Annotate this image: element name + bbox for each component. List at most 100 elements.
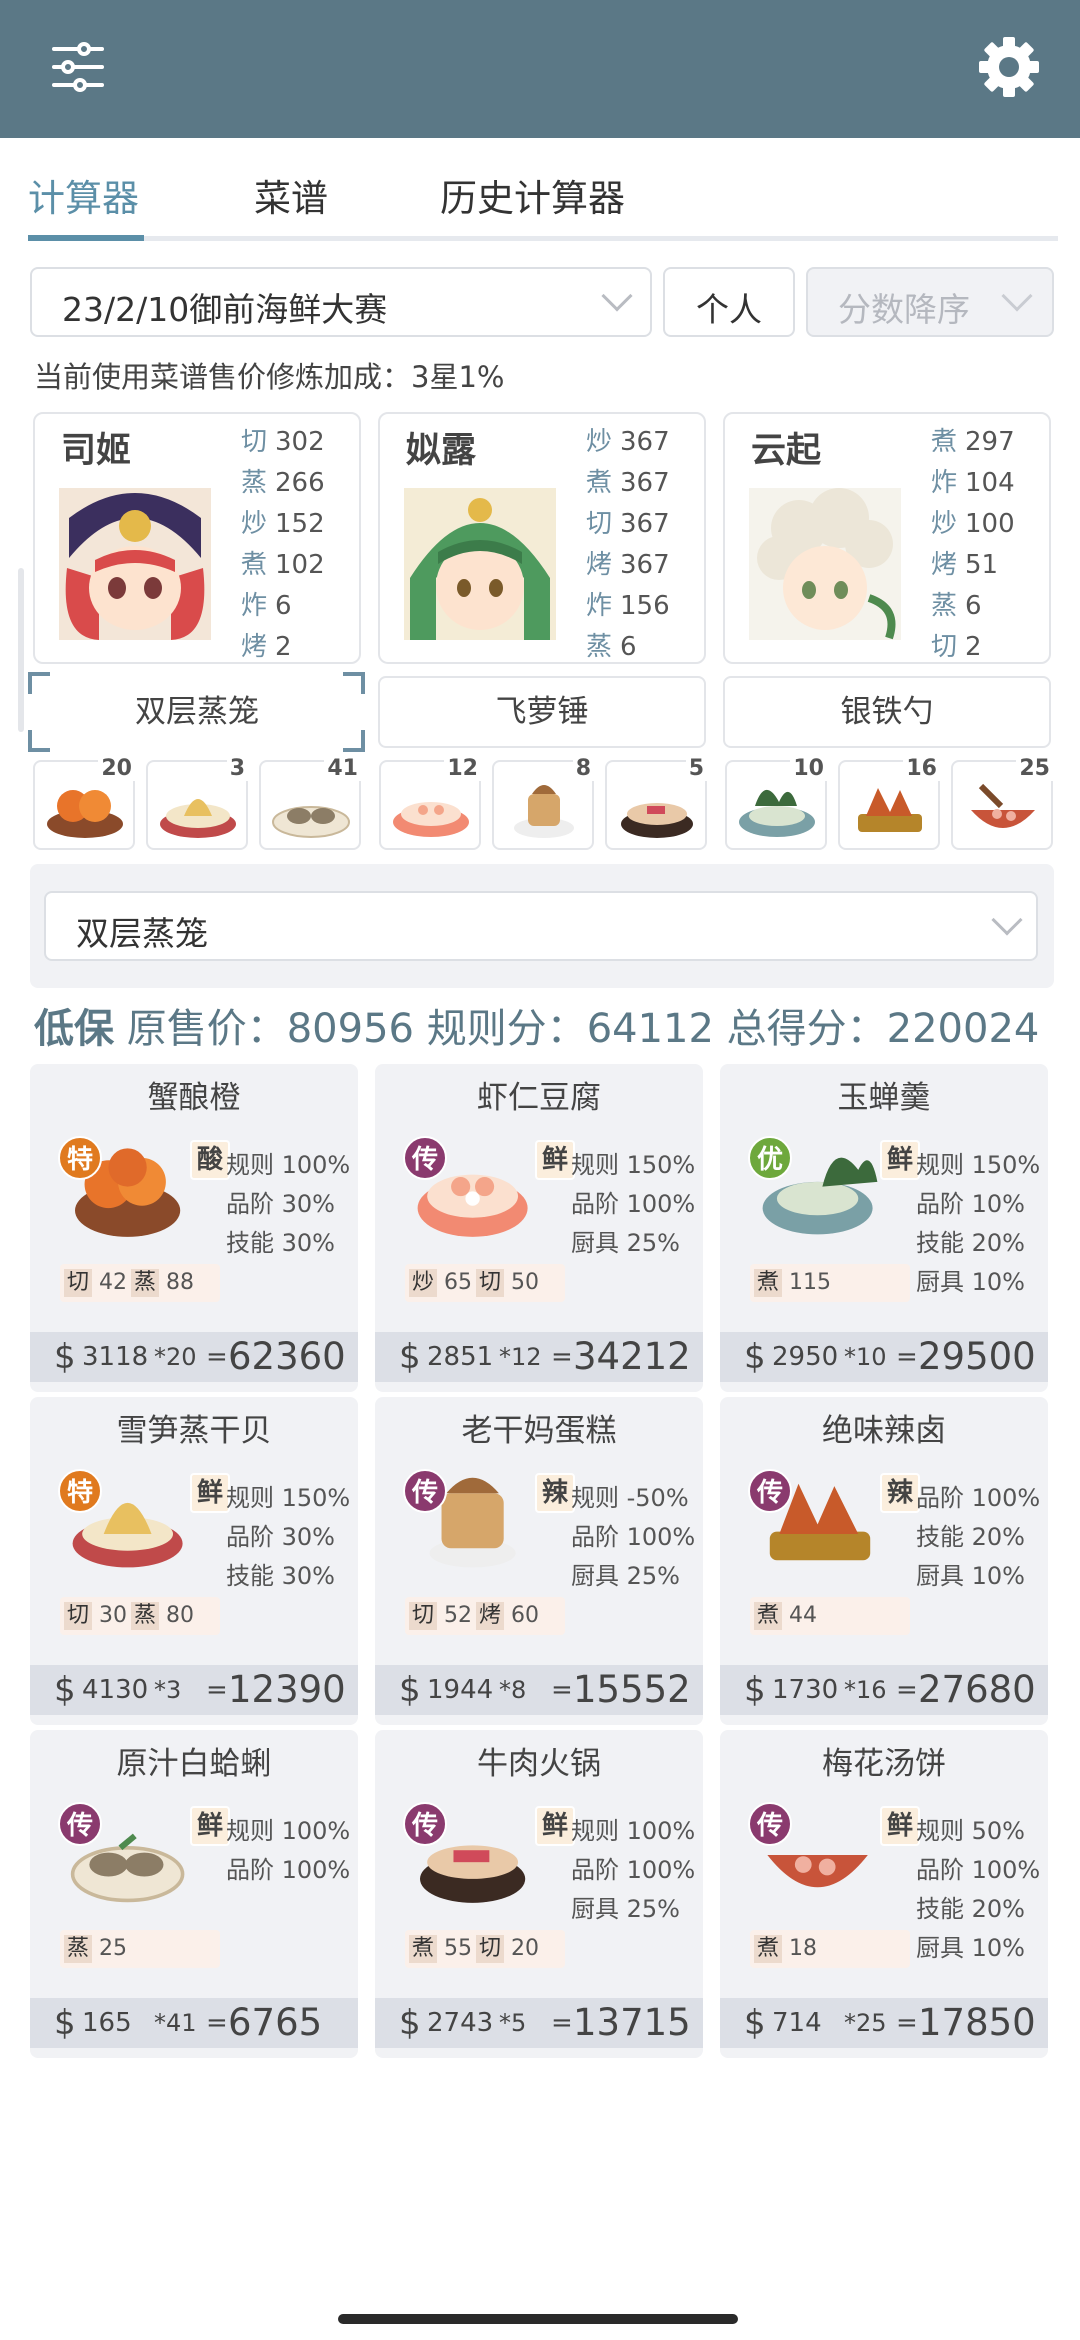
skill-requirement: 切 30 — [64, 1597, 127, 1635]
unit-price: 1730 — [772, 1675, 839, 1705]
tab-calculator[interactable]: 计算器 — [28, 168, 139, 222]
chevron-down-icon — [991, 904, 1023, 936]
dish-slot[interactable]: 41 — [259, 756, 361, 850]
unit-price: 2950 — [772, 1342, 839, 1372]
skill-requirement: 切 52 — [409, 1597, 472, 1635]
app-header — [0, 0, 1080, 138]
chevron-down-icon — [601, 280, 633, 312]
quantity: *25 — [844, 2009, 887, 2037]
dish-slot[interactable]: 16 — [838, 756, 940, 850]
dish-count: 10 — [790, 756, 827, 781]
recipe-bonus: 品阶 100% — [571, 1856, 696, 1884]
orig-price-value: 80956 — [286, 1006, 414, 1052]
dish-slot[interactable]: 8 — [492, 756, 594, 850]
dish-icon — [971, 783, 1035, 828]
recipe-bonus: 厨具 25% — [571, 1895, 680, 1923]
recipe-card[interactable]: 玉蝉羹 优 鲜 规则 150% 品阶 10% 技能 20% 厨具 10% 煮 115 … — [720, 1064, 1048, 1392]
recipe-card[interactable]: 雪笋蒸干贝 特 鲜 规则 150% 品阶 30% 技能 30% 切 30 蒸 80 $… — [30, 1397, 358, 1725]
unit-price: 4130 — [82, 1675, 149, 1705]
recipe-card[interactable]: 绝味辣卤 传 辣 品阶 100% 技能 20% 厨具 10% 煮 44 $ 1730… — [720, 1397, 1048, 1725]
skill-requirement: 切 20 — [476, 1930, 539, 1968]
rule-score-label: 规则分： — [426, 1006, 587, 1052]
skill-requirements: 煮 115 — [750, 1264, 910, 1302]
recipe-bonus: 品阶 30% — [226, 1190, 335, 1218]
dish-slot[interactable]: 25 — [951, 756, 1053, 850]
rarity-badge: 特 — [58, 1136, 102, 1180]
recipe-card[interactable]: 蟹酿橙 特 酸 规则 100% 品阶 30% 技能 30% 切 42 蒸 88 $ 3… — [30, 1064, 358, 1392]
personal-button[interactable]: 个人 — [663, 267, 795, 337]
total-score-label: 总得分： — [726, 1006, 887, 1052]
dollar-icon: $ — [399, 1670, 421, 1710]
home-indicator[interactable] — [338, 2314, 738, 2324]
equip-slot[interactable]: 飞萝锤 — [378, 676, 706, 748]
recipe-card[interactable]: 牛肉火锅 传 鲜 规则 100% 品阶 100% 厨具 25% 煮 55 切 20 $… — [375, 1730, 703, 2058]
chef-card[interactable]: 姒露 炒 367 煮 367 切 367 烤 367 炸 156 蒸6 — [378, 412, 706, 664]
tab-history-calculator[interactable]: 历史计算器 — [440, 168, 625, 222]
total-score-value: 220024 — [886, 1006, 1040, 1052]
equip-slot[interactable]: 银铁勺 — [723, 676, 1051, 748]
dollar-icon: $ — [54, 2003, 76, 2043]
recipe-bonus: 品阶 100% — [916, 1856, 1041, 1884]
equals-sign: = — [896, 1342, 918, 1372]
dish-icon — [514, 785, 574, 838]
chevron-down-icon — [1001, 280, 1033, 312]
recipe-bonuses: 规则 100% 品阶 100% 厨具 25% — [571, 1812, 701, 1929]
recipe-panel: 双层蒸笼 — [30, 864, 1054, 988]
filter-button[interactable] — [46, 35, 110, 99]
equals-sign: = — [551, 1342, 573, 1372]
recipe-card[interactable]: 原汁白蛤蜊 传 鲜 规则 100% 品阶 100% 蒸 25 $ 165 *41 … — [30, 1730, 358, 2058]
price-bar: $ 1944 *8 = 15552 — [375, 1665, 703, 1715]
dollar-icon: $ — [744, 1337, 766, 1377]
price-bar: $ 714 *25 = 17850 — [720, 1998, 1048, 2048]
recipe-name: 梅花汤饼 — [822, 1746, 946, 1782]
price-bar: $ 2950 *10 = 29500 — [720, 1332, 1048, 1382]
flavor-badge: 酸 — [190, 1140, 230, 1180]
contest-dropdown[interactable]: 23/2/10御前海鲜大赛 — [30, 267, 652, 337]
chef-portrait — [59, 488, 211, 640]
dish-icon — [272, 806, 350, 838]
recipe-bonus: 技能 20% — [916, 1895, 1025, 1923]
dollar-icon: $ — [744, 1670, 766, 1710]
chef-name: 姒露 — [406, 431, 477, 471]
dish-slot[interactable]: 20 — [33, 756, 135, 850]
skill-requirement: 煮 44 — [754, 1597, 817, 1635]
quantity: *16 — [844, 1676, 887, 1704]
bonus-note: 当前使用菜谱售价修炼加成：3星1% — [34, 360, 505, 394]
sort-dropdown[interactable]: 分数降序 — [806, 267, 1054, 337]
dish-slot[interactable]: 10 — [725, 756, 827, 850]
recipe-bonuses: 规则 -50% 品阶 100% 厨具 25% — [571, 1479, 701, 1596]
tab-divider — [28, 236, 1058, 241]
chef-card[interactable]: 司姬 切 302 蒸 266 炒 152 煮 102 炸6 烤2 — [33, 412, 361, 664]
dollar-icon: $ — [399, 2003, 421, 2043]
chef-card[interactable]: 云起 煮 297 炸 104 炒 100 烤 51 蒸6 切2 — [723, 412, 1051, 664]
recipe-name: 雪笋蒸干贝 — [116, 1413, 272, 1449]
tab-recipes[interactable]: 菜谱 — [254, 168, 328, 222]
skill-requirements: 切 52 烤 60 — [405, 1597, 565, 1635]
dish-icon — [393, 802, 469, 837]
recipe-bonus: 规则 100% — [226, 1151, 351, 1179]
recipe-card[interactable]: 梅花汤饼 传 鲜 规则 50% 品阶 100% 技能 20% 厨具 10% 煮 18 … — [720, 1730, 1048, 2058]
skill-requirement: 蒸 88 — [131, 1264, 194, 1302]
recipe-bonus: 厨具 25% — [571, 1562, 680, 1590]
dish-slot[interactable]: 12 — [379, 756, 481, 850]
recipe-dropdown[interactable]: 双层蒸笼 — [44, 891, 1038, 961]
skill-requirement: 切 42 — [64, 1264, 127, 1302]
skill-requirement: 煮 115 — [754, 1264, 831, 1302]
rarity-badge: 特 — [58, 1469, 102, 1513]
dish-slot[interactable]: 5 — [605, 756, 707, 850]
skill-requirements: 煮 18 — [750, 1930, 910, 1968]
rarity-badge: 传 — [748, 1802, 792, 1846]
recipe-card[interactable]: 虾仁豆腐 传 鲜 规则 150% 品阶 100% 厨具 25% 炒 65 切 50 $… — [375, 1064, 703, 1392]
recipe-total: 12390 — [228, 1668, 346, 1711]
selection-corner — [343, 730, 365, 752]
equip-slot-selected[interactable]: 双层蒸笼 — [33, 676, 361, 748]
recipe-card[interactable]: 老干妈蛋糕 传 辣 规则 -50% 品阶 100% 厨具 25% 切 52 烤 60 … — [375, 1397, 703, 1725]
settings-button[interactable] — [974, 32, 1044, 102]
dish-slot[interactable]: 3 — [146, 756, 248, 850]
chef-skills: 切 302 蒸 266 炒 152 煮 102 炸6 烤2 — [241, 427, 325, 662]
orig-price-label: 原售价： — [126, 1006, 287, 1052]
recipe-total: 29500 — [918, 1335, 1036, 1378]
quantity: *41 — [154, 2009, 197, 2037]
dollar-icon: $ — [399, 1337, 421, 1377]
dish-count: 20 — [98, 756, 135, 781]
